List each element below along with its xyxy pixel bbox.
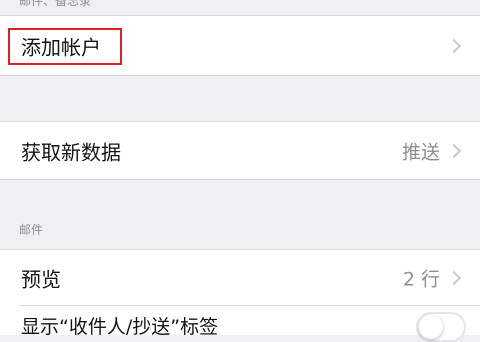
fetch-new-data-row[interactable]: 获取新数据 推送 (0, 121, 480, 180)
preview-label: 预览 (21, 267, 61, 291)
preview-row[interactable]: 预览 2 行 (0, 249, 480, 305)
chevron-right-icon (446, 143, 462, 158)
show-to-cc-toggle[interactable] (416, 312, 466, 342)
section-header-mail: 邮件 (0, 223, 480, 239)
row-separator (19, 305, 480, 306)
fetch-new-data-label: 获取新数据 (21, 140, 121, 164)
fetch-new-data-value: 推送 (401, 141, 440, 163)
add-account-row[interactable]: 添加帐户 (0, 15, 480, 76)
section-header-accounts: 邮件、备忘录 (0, 0, 480, 14)
show-to-cc-row: 显示“收件人/抄送”标签 (0, 305, 480, 342)
add-account-label: 添加帐户 (21, 35, 101, 59)
chevron-right-icon (446, 270, 462, 285)
chevron-right-icon (446, 38, 462, 53)
section-header-label: 邮件 (19, 223, 44, 237)
toggle-knob (419, 315, 443, 339)
preview-value: 2 行 (402, 268, 440, 290)
section-header-label: 邮件、备忘录 (19, 0, 92, 8)
show-to-cc-label: 显示“收件人/抄送”标签 (21, 316, 219, 338)
